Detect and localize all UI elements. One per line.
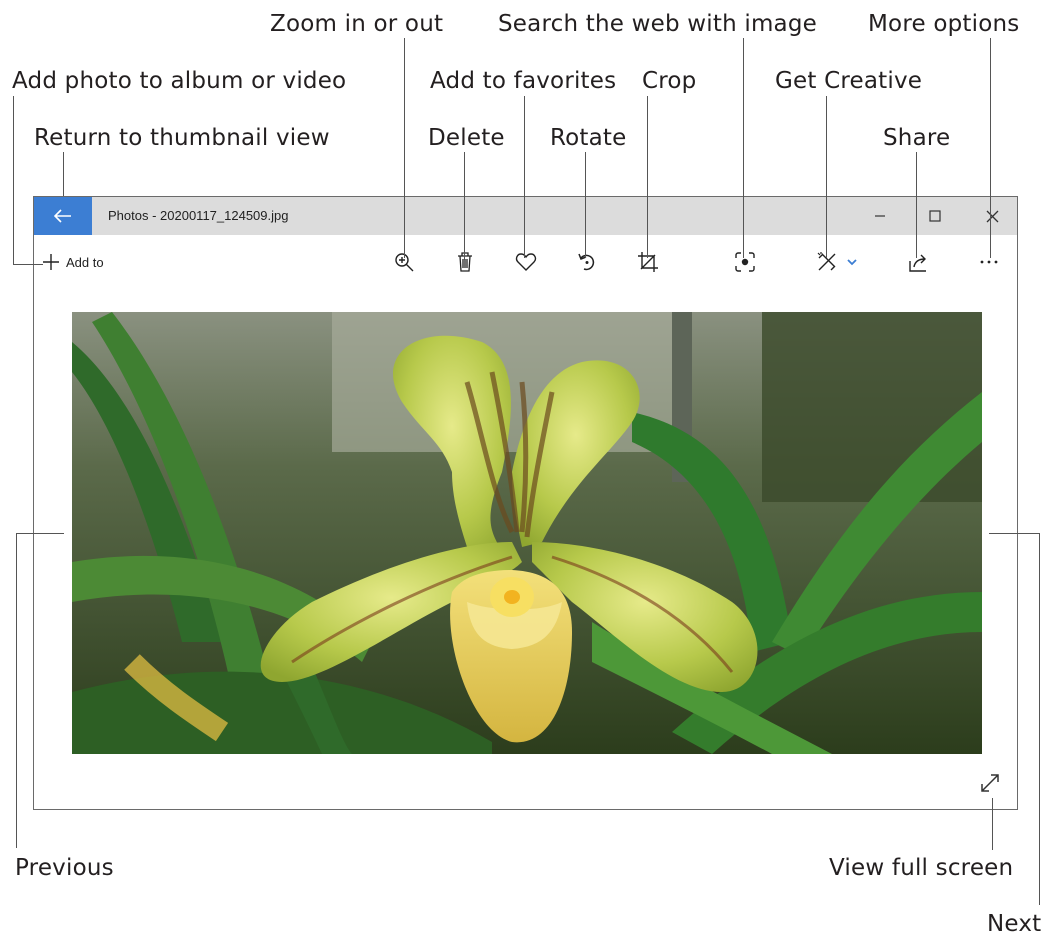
crop-icon — [638, 252, 658, 272]
leader-line-zoom — [404, 38, 405, 258]
leader-line-next-vertical — [1039, 533, 1040, 905]
leader-line-previous-horizontal — [16, 533, 64, 534]
callout-rotate: Rotate — [550, 125, 627, 151]
leader-line-return-thumbnail — [63, 152, 64, 196]
visual-search-button[interactable] — [735, 250, 755, 274]
leader-line-share — [916, 152, 917, 258]
close-button[interactable] — [969, 197, 1015, 235]
leader-line-rotate — [585, 152, 586, 258]
share-icon — [909, 254, 926, 272]
leader-line-search-web — [743, 38, 744, 258]
minimize-icon — [875, 215, 885, 217]
maximize-button[interactable] — [912, 197, 958, 235]
add-to-button[interactable]: Add to — [42, 250, 104, 274]
fullscreen-icon — [981, 774, 999, 792]
title-bar: Photos - 20200117_124509.jpg — [34, 197, 1017, 235]
callout-more-options: More options — [868, 11, 1020, 37]
leader-line-next-horizontal — [989, 533, 1040, 534]
share-button[interactable] — [907, 250, 929, 274]
rotate-button[interactable] — [576, 250, 598, 274]
back-arrow-icon — [54, 209, 71, 223]
callout-next: Next — [987, 911, 1042, 937]
crop-button[interactable] — [637, 250, 659, 274]
leader-line-more-options — [990, 38, 991, 258]
back-button[interactable] — [34, 197, 92, 235]
leader-line-add-photo-vertical — [13, 96, 14, 264]
favorite-button[interactable] — [515, 250, 537, 274]
orchid-photo — [72, 312, 982, 754]
callout-get-creative: Get Creative — [775, 68, 923, 94]
get-creative-button[interactable] — [816, 250, 858, 274]
delete-icon — [458, 252, 472, 272]
callout-crop: Crop — [642, 68, 697, 94]
view-full-screen-button[interactable] — [976, 769, 1004, 797]
delete-button[interactable] — [456, 250, 474, 274]
leader-line-add-photo-horizontal — [13, 264, 43, 265]
visual-search-icon — [735, 252, 755, 272]
callout-add-favorites: Add to favorites — [430, 68, 617, 94]
callout-previous: Previous — [15, 855, 114, 881]
callout-view-full-screen: View full screen — [829, 855, 1014, 881]
maximize-icon — [929, 210, 941, 222]
leader-line-previous-vertical — [16, 533, 17, 848]
photos-app-window: Photos - 20200117_124509.jpg Add to — [33, 196, 1018, 810]
callout-delete: Delete — [428, 125, 505, 151]
callout-add-photo: Add photo to album or video — [12, 68, 347, 94]
plus-icon — [43, 254, 59, 270]
more-options-icon — [980, 260, 998, 264]
heart-icon — [515, 253, 537, 271]
get-creative-icon — [817, 252, 836, 271]
leader-line-crop — [647, 96, 648, 258]
add-to-label: Add to — [66, 254, 104, 270]
more-options-button[interactable] — [979, 250, 999, 274]
callout-share: Share — [883, 125, 951, 151]
leader-line-favorites — [524, 96, 525, 258]
leader-line-delete — [464, 152, 465, 260]
toolbar: Add to — [34, 235, 1017, 287]
leader-line-view-full-screen — [992, 798, 993, 850]
callout-zoom: Zoom in or out — [270, 11, 444, 37]
leader-line-get-creative — [826, 96, 827, 258]
callout-search-web: Search the web with image — [498, 11, 818, 37]
window-title: Photos - 20200117_124509.jpg — [108, 208, 289, 223]
close-icon — [986, 210, 998, 222]
rotate-icon — [578, 253, 595, 271]
minimize-button[interactable] — [857, 197, 903, 235]
chevron-down-icon — [847, 259, 857, 266]
callout-return-thumbnail: Return to thumbnail view — [34, 125, 330, 151]
